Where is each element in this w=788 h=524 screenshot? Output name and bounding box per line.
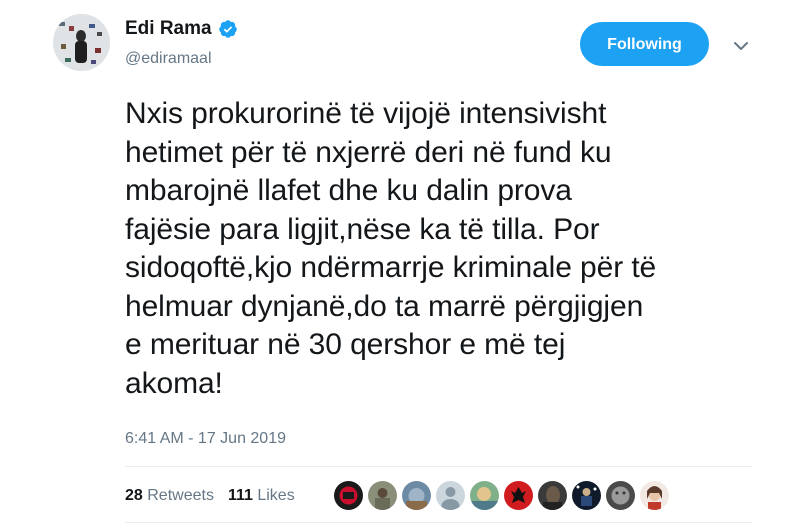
tweet-stats: 28 Retweets 111 Likes xyxy=(125,487,295,505)
liker-avatar[interactable] xyxy=(333,480,364,511)
liker-avatar[interactable] xyxy=(639,480,670,511)
liker-avatar[interactable] xyxy=(367,480,398,511)
likes-count: 111 xyxy=(227,487,253,504)
liker-avatar[interactable] xyxy=(469,480,500,511)
retweets-count: 28 xyxy=(125,487,143,504)
chevron-down-icon[interactable] xyxy=(733,38,749,54)
liker-avatar[interactable] xyxy=(605,480,636,511)
liker-avatar[interactable] xyxy=(401,480,432,511)
user-handle[interactable]: @ediramaal xyxy=(125,50,212,68)
retweets-stat[interactable]: 28 Retweets xyxy=(125,487,214,505)
liker-avatars xyxy=(333,480,670,512)
liker-avatar[interactable] xyxy=(571,480,602,511)
likes-label: Likes xyxy=(257,487,295,504)
liker-avatar[interactable] xyxy=(537,480,568,511)
tweet-timestamp[interactable]: 6:41 AM - 17 Jun 2019 xyxy=(125,430,286,448)
following-button[interactable]: Following xyxy=(580,22,709,66)
likes-stat[interactable]: 111 Likes xyxy=(228,487,295,505)
liker-avatar[interactable] xyxy=(435,480,466,511)
retweets-label: Retweets xyxy=(147,487,214,504)
profile-avatar[interactable] xyxy=(53,14,110,71)
divider xyxy=(125,522,752,523)
liker-avatar[interactable] xyxy=(503,480,534,511)
verified-badge-icon xyxy=(218,19,238,39)
tweet-text: Nxis prokurorinë të vijojë intensivisht … xyxy=(125,97,657,400)
avatar-image xyxy=(53,14,110,71)
divider xyxy=(125,466,752,467)
user-name-row[interactable]: Edi Rama xyxy=(125,18,238,40)
display-name[interactable]: Edi Rama xyxy=(125,18,212,40)
